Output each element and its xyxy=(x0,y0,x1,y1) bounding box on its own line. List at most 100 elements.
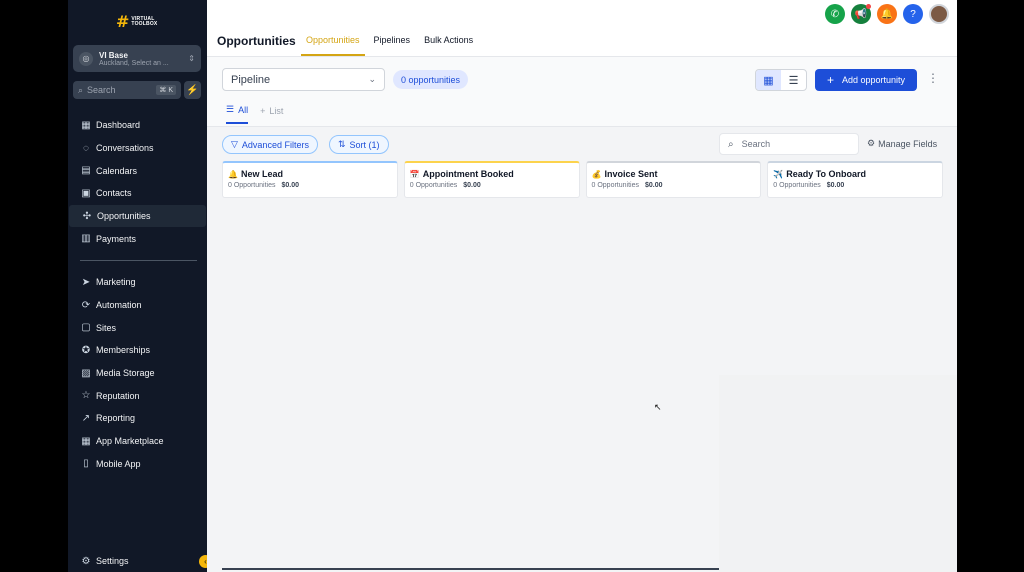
sidebar-item-payments[interactable]: ▥ Payments xyxy=(68,227,207,250)
phone-call-button[interactable]: ✆ xyxy=(825,4,845,24)
logo-mark: # xyxy=(116,12,130,31)
stage-column[interactable]: 💰 Invoice Sent 0 Opportunities $0.00 xyxy=(585,161,762,198)
board-area-shade xyxy=(719,375,957,572)
stage-column[interactable]: 🔔 New Lead 0 Opportunities $0.00 xyxy=(222,161,398,198)
help-icon: ? xyxy=(910,8,916,20)
board-view-button[interactable]: ▦ xyxy=(756,70,781,90)
stage-column[interactable]: ✈️ Ready To Onboard 0 Opportunities $0.00 xyxy=(767,161,943,198)
tab-all[interactable]: ☰ All xyxy=(226,103,249,124)
stage-column[interactable]: 📅 Appointment Booked 0 Opportunities $0.00 xyxy=(403,161,580,198)
chevron-down-icon: ⌄ xyxy=(368,74,376,84)
more-options-icon[interactable]: ⋮ xyxy=(927,71,939,85)
sidebar-item-calendars[interactable]: ▤ Calendars xyxy=(68,159,207,182)
stage-amount: $0.00 xyxy=(463,182,481,189)
phone-icon: ✆ xyxy=(830,8,840,20)
trend-icon: ↗ xyxy=(81,412,91,424)
sidebar-item-settings[interactable]: ⚙ Settings xyxy=(68,550,207,572)
gear-icon: ⚙ xyxy=(867,138,876,148)
pipeline-select[interactable]: Pipeline ⌄ xyxy=(222,68,385,91)
advanced-filters-label: Advanced Filters xyxy=(241,139,309,150)
stage-count: 0 Opportunities xyxy=(409,182,458,189)
sidebar-item-label: Sites xyxy=(96,322,117,333)
bell-icon: 🔔 xyxy=(880,8,894,20)
location-name: VI Base xyxy=(99,50,128,60)
nav-secondary: ➤ Marketing ⟳ Automation ▢ Sites ✪ Membershi… xyxy=(68,271,207,475)
sidebar-search[interactable]: ⌕ Search ⌘ K xyxy=(73,81,181,99)
chat-icon: ◌ xyxy=(83,142,89,154)
calendar-icon: 📅 xyxy=(409,169,420,179)
tab-list[interactable]: + List xyxy=(260,103,283,124)
location-sub: Auckland, Select an ... xyxy=(99,59,169,67)
location-switcher[interactable]: ◎ VI Base Auckland, Select an ... ⇕ xyxy=(73,45,201,72)
sidebar: # VIRTUAL TOOLBOX ◎ VI Base Auckland, Se… xyxy=(68,0,207,572)
board-search-input[interactable]: ⌕ Search xyxy=(719,133,859,155)
main-content: Opportunities Opportunities Pipelines Bu… xyxy=(207,0,957,572)
sidebar-item-label: Calendars xyxy=(96,165,138,176)
sidebar-item-label: Payments xyxy=(96,233,137,244)
advanced-filters-button[interactable]: ▽ Advanced Filters xyxy=(222,135,318,154)
money-bag-icon: 💰 xyxy=(591,169,602,179)
sidebar-item-opportunities[interactable]: ✣ Opportunities xyxy=(69,204,206,228)
bolt-icon: ⚡ xyxy=(186,84,199,96)
stage-count: 0 Opportunities xyxy=(228,182,276,189)
gear-icon: ⚙ xyxy=(81,555,91,567)
megaphone-icon: 📢 xyxy=(854,8,868,20)
shortcut-badge: ⌘ K xyxy=(156,85,176,95)
stage-amount: $0.00 xyxy=(644,182,663,189)
image-icon: ▨ xyxy=(81,367,91,379)
sidebar-item-dashboard[interactable]: ▦ Dashboard xyxy=(68,114,207,137)
sidebar-item-label: Opportunities xyxy=(97,211,151,222)
sidebar-item-marketing[interactable]: ➤ Marketing xyxy=(68,271,207,294)
sidebar-item-label: App Marketplace xyxy=(96,436,164,447)
sort-button[interactable]: ⇅ Sort (1) xyxy=(329,135,389,154)
announcements-button[interactable]: 📢 xyxy=(851,4,871,24)
sidebar-search-placeholder: Search xyxy=(87,85,116,95)
horizontal-scrollbar[interactable] xyxy=(222,568,719,570)
grid-icon: ▦ xyxy=(763,74,774,87)
avatar[interactable] xyxy=(929,4,949,24)
sidebar-item-conversations[interactable]: ◌ Conversations xyxy=(68,137,207,160)
sidebar-item-reporting[interactable]: ↗ Reporting xyxy=(68,407,207,430)
help-button[interactable]: ? xyxy=(903,4,923,24)
bell-icon: 🔔 xyxy=(228,169,238,179)
mouse-cursor-icon: ↖ xyxy=(654,402,662,412)
phone-icon: ▯ xyxy=(83,458,89,470)
top-bar: Opportunities Opportunities Pipelines Bu… xyxy=(207,0,957,57)
add-opportunity-label: Add opportunity xyxy=(841,75,906,85)
sidebar-item-app-marketplace[interactable]: ▦ App Marketplace xyxy=(68,430,207,453)
manage-fields-button[interactable]: ⚙ Manage Fields xyxy=(867,138,937,149)
brand-logo[interactable]: # VIRTUAL TOOLBOX xyxy=(116,12,158,32)
sidebar-item-label: Media Storage xyxy=(96,368,155,379)
sidebar-item-memberships[interactable]: ✪ Memberships xyxy=(68,339,207,362)
stage-count: 0 Opportunities xyxy=(773,182,821,189)
sidebar-item-reputation[interactable]: ☆ Reputation xyxy=(68,384,207,407)
sidebar-item-media-storage[interactable]: ▨ Media Storage xyxy=(68,362,207,385)
tab-bulk-actions[interactable]: Bulk Actions xyxy=(419,29,478,56)
location-icon: ◎ xyxy=(79,51,93,66)
search-placeholder: Search xyxy=(741,139,771,149)
pipeline-select-value: Pipeline xyxy=(231,73,271,86)
sidebar-item-label: Conversations xyxy=(96,143,154,154)
stage-count: 0 Opportunities xyxy=(591,182,639,189)
automation-icon: ⟳ xyxy=(81,299,91,311)
quick-action-button[interactable]: ⚡ xyxy=(184,81,201,99)
list-view-button[interactable]: ☰ xyxy=(781,70,806,90)
sidebar-item-sites[interactable]: ▢ Sites xyxy=(68,316,207,339)
sidebar-item-contacts[interactable]: ▣ Contacts xyxy=(68,182,207,205)
sidebar-item-label: Mobile App xyxy=(96,458,141,469)
search-icon: ⌕ xyxy=(728,138,734,150)
tab-opportunities[interactable]: Opportunities xyxy=(301,29,365,56)
tab-pipelines[interactable]: Pipelines xyxy=(369,29,416,56)
sidebar-item-label: Memberships xyxy=(96,345,151,356)
pipeline-board: 🔔 New Lead 0 Opportunities $0.00 📅 Appointm… xyxy=(222,161,943,198)
sidebar-item-mobile-app[interactable]: ▯ Mobile App xyxy=(68,453,207,476)
tab-label: All xyxy=(238,104,249,115)
send-icon: ➤ xyxy=(81,276,91,288)
sidebar-item-label: Marketing xyxy=(96,277,136,288)
stage-name: Appointment Booked xyxy=(422,169,514,179)
sidebar-item-automation[interactable]: ⟳ Automation xyxy=(68,294,207,317)
add-opportunity-button[interactable]: + Add opportunity xyxy=(815,69,917,91)
notifications-button[interactable]: 🔔 xyxy=(877,4,897,24)
plus-icon: + xyxy=(260,105,266,116)
opportunity-count-badge: 0 opportunities xyxy=(393,70,469,89)
